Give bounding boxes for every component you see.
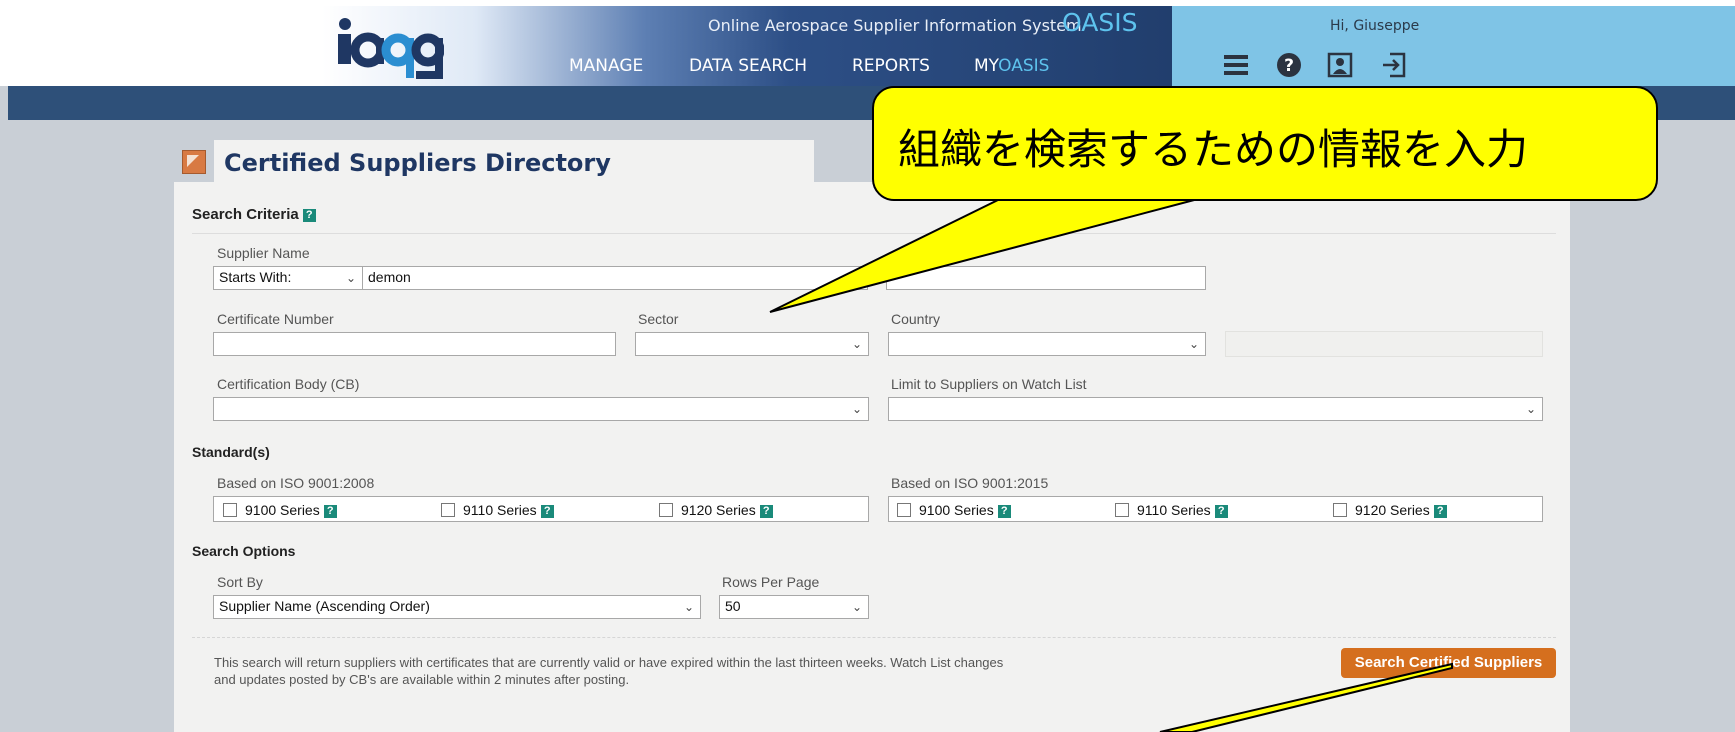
annotation-text: 組織を検索するための情報を入力 <box>898 125 1529 174</box>
callout-pointer <box>769 198 1199 313</box>
arrow-pointer <box>1159 662 1453 732</box>
